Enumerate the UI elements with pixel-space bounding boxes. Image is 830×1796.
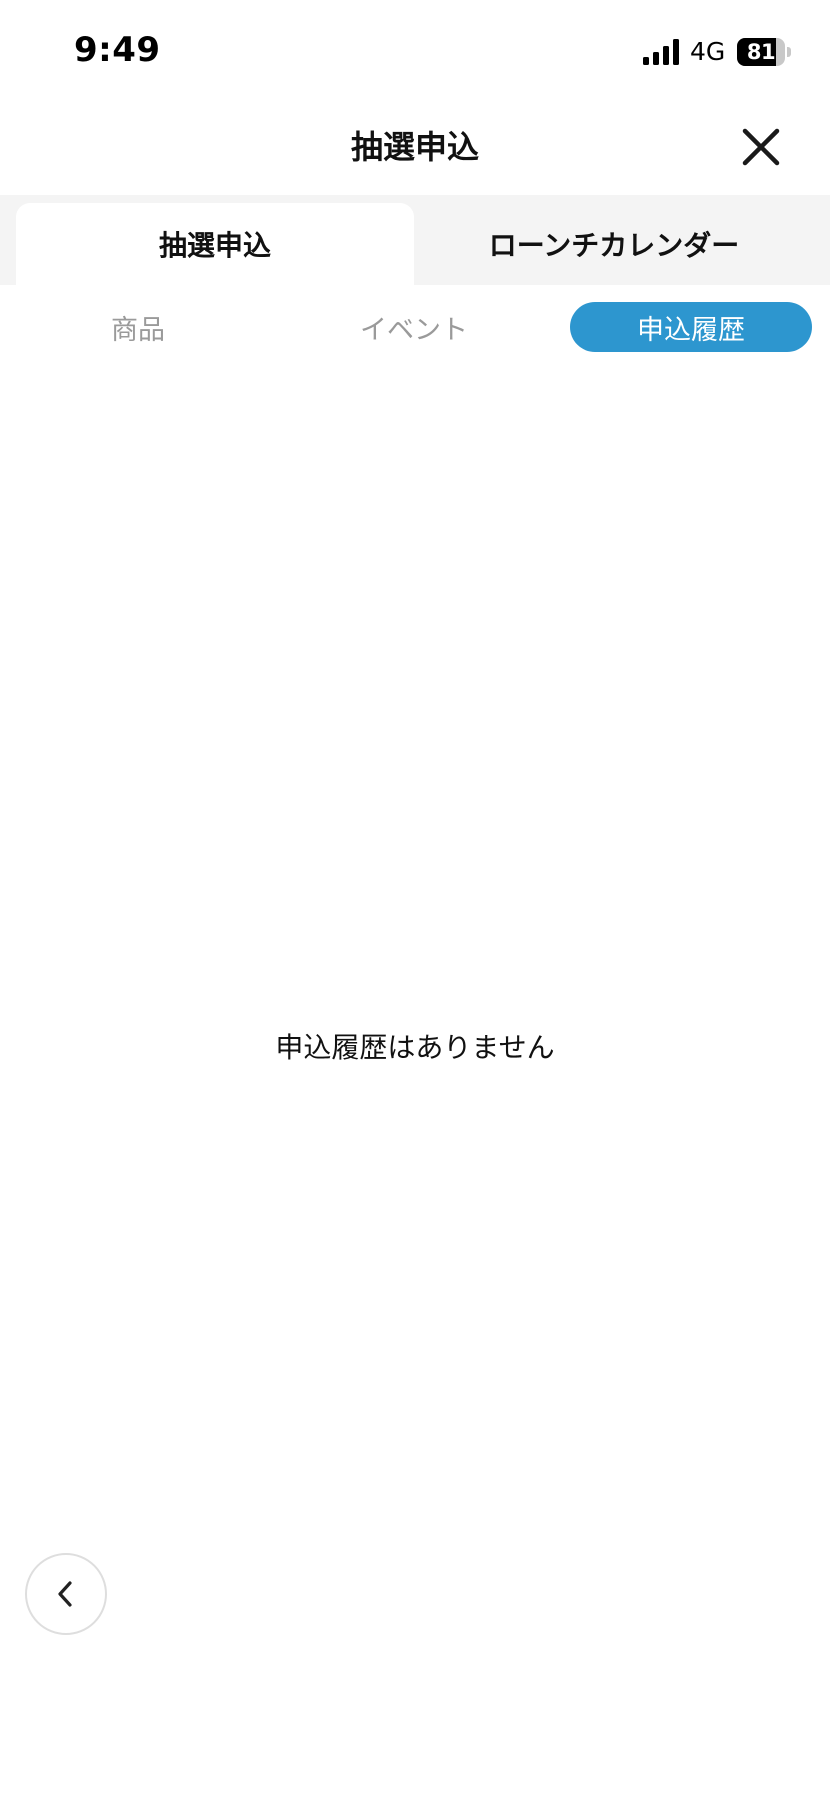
tab-lottery-application[interactable]: 抽選申込 [16,203,414,285]
battery-cap [787,47,791,57]
status-bar: 9:49 4G 81 [0,0,830,100]
battery-icon: 81 [737,38,791,66]
signal-bars-icon [643,39,679,65]
status-time: 9:49 [74,30,161,70]
primary-tab-bar: 抽選申込 ローンチカレンダー [0,195,830,285]
close-icon [742,128,780,166]
secondary-tab-bar: 商品 イベント 申込履歴 [0,300,830,354]
empty-state-message: 申込履歴はありません [275,1031,555,1064]
battery-level-text: 81 [746,40,776,64]
page-title: 抽選申込 [350,128,479,166]
network-type-label: 4G [690,37,726,66]
close-button[interactable] [736,122,786,172]
tab-launch-calendar[interactable]: ローンチカレンダー [414,203,814,285]
back-button[interactable] [25,1553,107,1635]
tab-events[interactable]: イベント [314,302,514,352]
tab-products[interactable]: 商品 [38,302,238,352]
tab-application-history[interactable]: 申込履歴 [570,302,812,352]
chevron-left-icon [58,1581,72,1607]
header: 抽選申込 [0,100,830,195]
